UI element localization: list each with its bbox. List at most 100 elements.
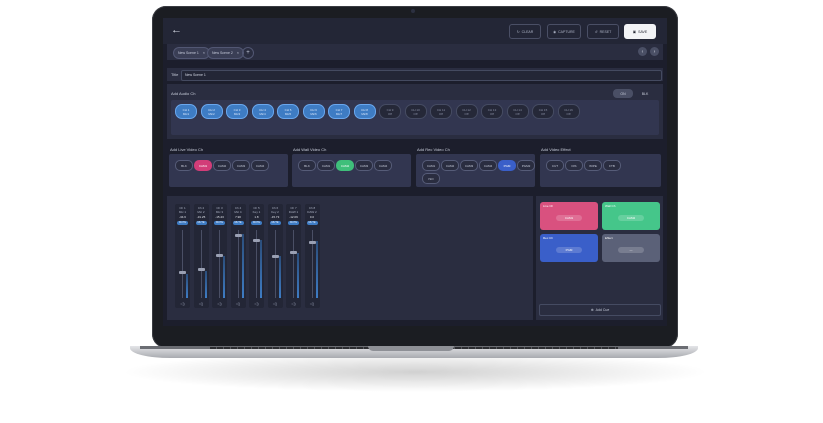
strip-source: Mic 2: [197, 210, 205, 214]
status-card-4[interactable]: Effect —: [602, 234, 660, 262]
audio-channel-11[interactable]: CH 11 Off: [430, 104, 452, 119]
speaker-icon[interactable]: ◁): [175, 301, 190, 306]
capture-button[interactable]: ◉ CAPTURE: [547, 24, 581, 39]
mute-button[interactable]: MUTE: [288, 221, 299, 225]
mute-button[interactable]: MUTE: [306, 221, 318, 225]
chip-wall-video-1[interactable]: BLK: [298, 160, 316, 171]
channel-strip: Ch 4 Mic 4 7.90 MUTE ◁): [230, 204, 246, 308]
chip-wall-video-2[interactable]: CAM1: [317, 160, 335, 171]
audio-channel-9[interactable]: CH 9 Off: [379, 104, 401, 119]
chip-wall-video-4[interactable]: CAM3: [355, 160, 373, 171]
chip-rec-video-3[interactable]: CAM3: [460, 160, 478, 171]
save-button[interactable]: ▣ SAVE: [624, 24, 656, 39]
level-meter: [260, 239, 262, 298]
fader-handle[interactable]: [253, 239, 260, 243]
channel-source: Off: [439, 111, 443, 116]
mute-button[interactable]: MUTE: [269, 221, 281, 225]
clear-button[interactable]: ↻ CLEAR: [509, 24, 541, 39]
audio-channel-10[interactable]: CH 10 Off: [404, 104, 427, 119]
chip-rec-video-5[interactable]: PGM: [498, 160, 516, 171]
mute-button[interactable]: MUTE: [214, 221, 225, 225]
status-card-1[interactable]: Live Ch CAM1: [540, 202, 598, 230]
chip-wall-video-3[interactable]: CAM2: [336, 160, 354, 171]
audio-channel-5[interactable]: CH 5 Mic5: [277, 104, 299, 119]
tab-scene-2[interactable]: New Scene 2 ×: [207, 47, 244, 59]
audio-channel-3[interactable]: CH 3 Mic3: [226, 104, 248, 119]
chevron-left-icon[interactable]: ‹: [638, 47, 647, 56]
status-card-2[interactable]: Wall Ch CAM2: [602, 202, 660, 230]
fader-track: [293, 230, 294, 298]
fader-track: [182, 230, 183, 298]
audio-channel-14[interactable]: CH 14 Off: [506, 104, 529, 119]
channel-strip: Ch 1 Mic 1 -34.6 MUTE ◁): [175, 204, 190, 308]
top-bar: ← ↻ CLEAR ◉ CAPTURE ↺ RESET ▣ SAVE: [163, 18, 667, 44]
fader-handle[interactable]: [179, 271, 186, 275]
strip-value: -12.09: [289, 215, 298, 219]
add-cue-button[interactable]: ⊕ Add Cue: [539, 304, 661, 316]
chip-rec-video-6[interactable]: PGM2: [517, 160, 535, 171]
audio-channel-13[interactable]: CH 13 Off: [481, 104, 503, 119]
add-tab-button[interactable]: +: [242, 47, 254, 59]
reset-button[interactable]: ↺ RESET: [587, 24, 619, 39]
chip-rec-video-1[interactable]: CAM1: [422, 160, 440, 171]
audio-channel-4[interactable]: CH 4 Mic4: [251, 104, 274, 119]
strip-value: -15.73: [270, 215, 280, 219]
fader-track: [274, 230, 276, 298]
fader-handle[interactable]: [197, 268, 205, 272]
chip-rec-video-2[interactable]: CAM2: [441, 160, 459, 171]
chip-video-effect-3[interactable]: WIPE: [584, 160, 602, 171]
card-label: Effect: [605, 236, 613, 240]
tab-scene-1[interactable]: New Scene 1 ×: [173, 47, 210, 59]
chip-rec-video-4[interactable]: CAM4: [479, 160, 497, 171]
mute-button[interactable]: MUTE: [195, 221, 207, 225]
arrow-left-icon[interactable]: ←: [171, 24, 182, 36]
speaker-icon[interactable]: ◁): [194, 301, 209, 306]
plus-icon: ⊕: [590, 308, 594, 312]
speaker-icon[interactable]: ◁): [212, 301, 227, 306]
fader-handle[interactable]: [290, 251, 297, 255]
mute-button[interactable]: MUTE: [177, 221, 188, 225]
toggle-on[interactable]: ON: [613, 89, 633, 98]
chip-wall-video-5[interactable]: CAM4: [374, 160, 392, 171]
audio-channel-16[interactable]: CH 16 Off: [557, 104, 580, 119]
audio-channel-2[interactable]: CH 2 Mic2: [200, 104, 223, 119]
mute-button[interactable]: MUTE: [232, 221, 244, 225]
chevron-right-icon[interactable]: ›: [650, 47, 659, 56]
speaker-icon[interactable]: ◁): [249, 301, 264, 306]
chip-live-video-3[interactable]: CAM2: [213, 160, 231, 171]
speaker-icon[interactable]: ◁): [305, 301, 320, 306]
card-state: —: [618, 247, 644, 253]
fader-handle[interactable]: [271, 254, 279, 258]
webcam-icon: [411, 9, 415, 13]
mute-button[interactable]: MUTE: [251, 221, 262, 225]
title-input[interactable]: New Scene 1: [181, 70, 662, 81]
fader-handle[interactable]: [216, 254, 223, 258]
speaker-icon[interactable]: ◁): [231, 301, 246, 306]
chip-video-effect-1[interactable]: CUT: [546, 160, 564, 171]
audio-channel-6[interactable]: CH 6 Mic6: [302, 104, 325, 119]
chip-rec-video-7[interactable]: ISO: [422, 173, 440, 184]
audio-channel-1[interactable]: CH 1 Mic1: [175, 104, 197, 119]
close-icon[interactable]: ×: [237, 51, 239, 55]
channel-source: Off: [388, 111, 392, 116]
fader-handle[interactable]: [234, 233, 242, 237]
status-card-3[interactable]: Rec Ch PGM: [540, 234, 598, 262]
speaker-icon[interactable]: ◁): [286, 301, 301, 306]
strip-source: DAW 2: [307, 210, 317, 214]
audio-channel-12[interactable]: CH 12 Off: [455, 104, 478, 119]
chip-live-video-4[interactable]: CAM3: [232, 160, 250, 171]
chip-live-video-1[interactable]: BLK: [175, 160, 193, 171]
speaker-icon[interactable]: ◁): [268, 301, 283, 306]
laptop-notch: [368, 346, 454, 351]
audio-channel-8[interactable]: CH 8 Mic8: [353, 104, 376, 119]
chip-live-video-2[interactable]: CAM1: [194, 160, 212, 171]
toggle-blk[interactable]: BLK: [635, 89, 655, 98]
fader-handle[interactable]: [308, 240, 316, 244]
card-state: CAM1: [556, 215, 582, 221]
chip-video-effect-2[interactable]: DIS: [565, 160, 583, 171]
chip-live-video-5[interactable]: CAM4: [251, 160, 269, 171]
audio-channel-7[interactable]: CH 7 Mic7: [328, 104, 350, 119]
audio-channel-15[interactable]: CH 15 Off: [532, 104, 554, 119]
close-icon[interactable]: ×: [203, 51, 205, 55]
chip-video-effect-4[interactable]: FTB: [603, 160, 621, 171]
